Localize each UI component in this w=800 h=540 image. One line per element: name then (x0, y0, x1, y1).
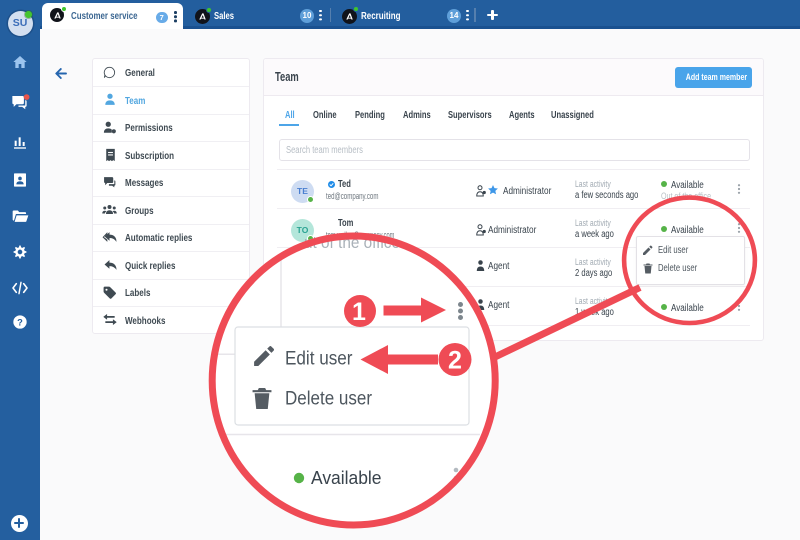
svg-text:Delete user: Delete user (285, 389, 373, 410)
svg-text:Available: Available (311, 467, 382, 488)
svg-text:Edit user: Edit user (285, 349, 353, 370)
svg-text:2: 2 (448, 347, 462, 375)
svg-text:1: 1 (352, 298, 366, 326)
